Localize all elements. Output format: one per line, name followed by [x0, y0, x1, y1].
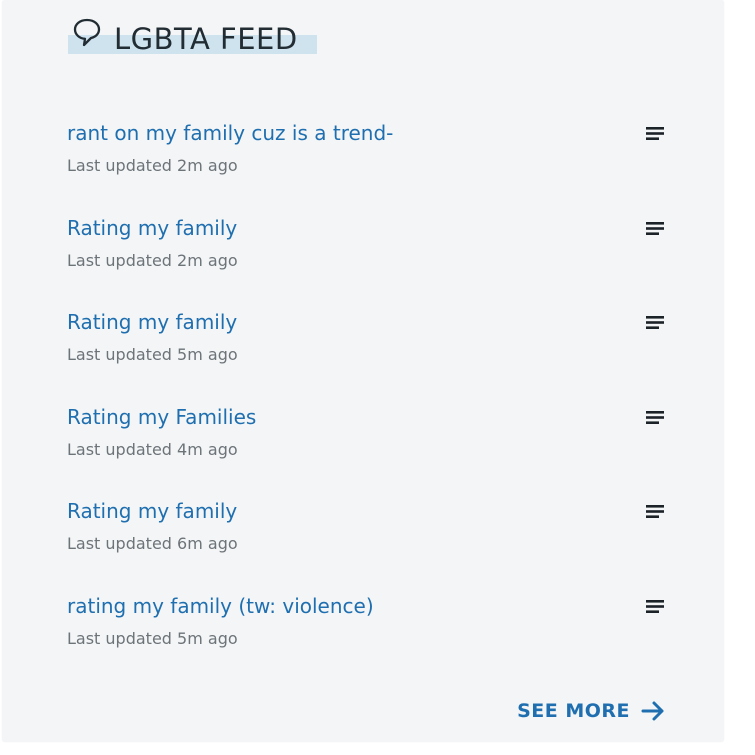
feed-item[interactable]: rant on my family cuz is a trend- Last u… [67, 118, 667, 213]
feed-title: LGBTA FEED [114, 22, 298, 56]
feed-panel: LGBTA FEED rant on my family cuz is a tr… [2, 0, 724, 742]
arrow-right-icon [640, 700, 666, 722]
text-lines-icon[interactable] [646, 316, 664, 332]
feed-item-timestamp: Last updated 6m ago [67, 534, 238, 553]
feed-item[interactable]: Rating my family Last updated 5m ago [67, 307, 667, 402]
feed-item[interactable]: rating my family (tw: violence) Last upd… [67, 591, 667, 686]
feed-list: rant on my family cuz is a trend- Last u… [67, 118, 667, 685]
text-lines-icon[interactable] [646, 599, 664, 616]
feed-item-timestamp: Last updated 5m ago [67, 345, 238, 364]
see-more-link[interactable]: SEE MORE [517, 697, 666, 725]
see-more-label: SEE MORE [517, 700, 630, 722]
feed-item[interactable]: Rating my family Last updated 6m ago [67, 496, 667, 591]
text-lines-icon[interactable] [646, 221, 664, 238]
text-lines-icon[interactable] [646, 127, 664, 143]
feed-item-title[interactable]: Rating my Families [67, 402, 256, 432]
feed-item-title[interactable]: rating my family (tw: violence) [67, 591, 374, 621]
feed-item-title[interactable]: rant on my family cuz is a trend- [67, 118, 393, 148]
feed-item-timestamp: Last updated 5m ago [67, 628, 238, 648]
feed-item[interactable]: Rating my family Last updated 2m ago [67, 213, 667, 308]
feed-header: LGBTA FEED [66, 14, 317, 58]
feed-item-timestamp: Last updated 2m ago [67, 156, 238, 175]
feed-item-title[interactable]: Rating my family [67, 496, 237, 526]
text-lines-icon[interactable] [646, 410, 664, 427]
feed-item[interactable]: Rating my Families Last updated 4m ago [67, 402, 667, 497]
feed-item-timestamp: Last updated 2m ago [67, 250, 238, 270]
feed-item-timestamp: Last updated 4m ago [67, 439, 238, 459]
speech-bubble-icon [72, 16, 102, 50]
feed-item-title[interactable]: Rating my family [67, 213, 237, 243]
feed-item-title[interactable]: Rating my family [67, 307, 237, 337]
text-lines-icon[interactable] [646, 505, 664, 521]
